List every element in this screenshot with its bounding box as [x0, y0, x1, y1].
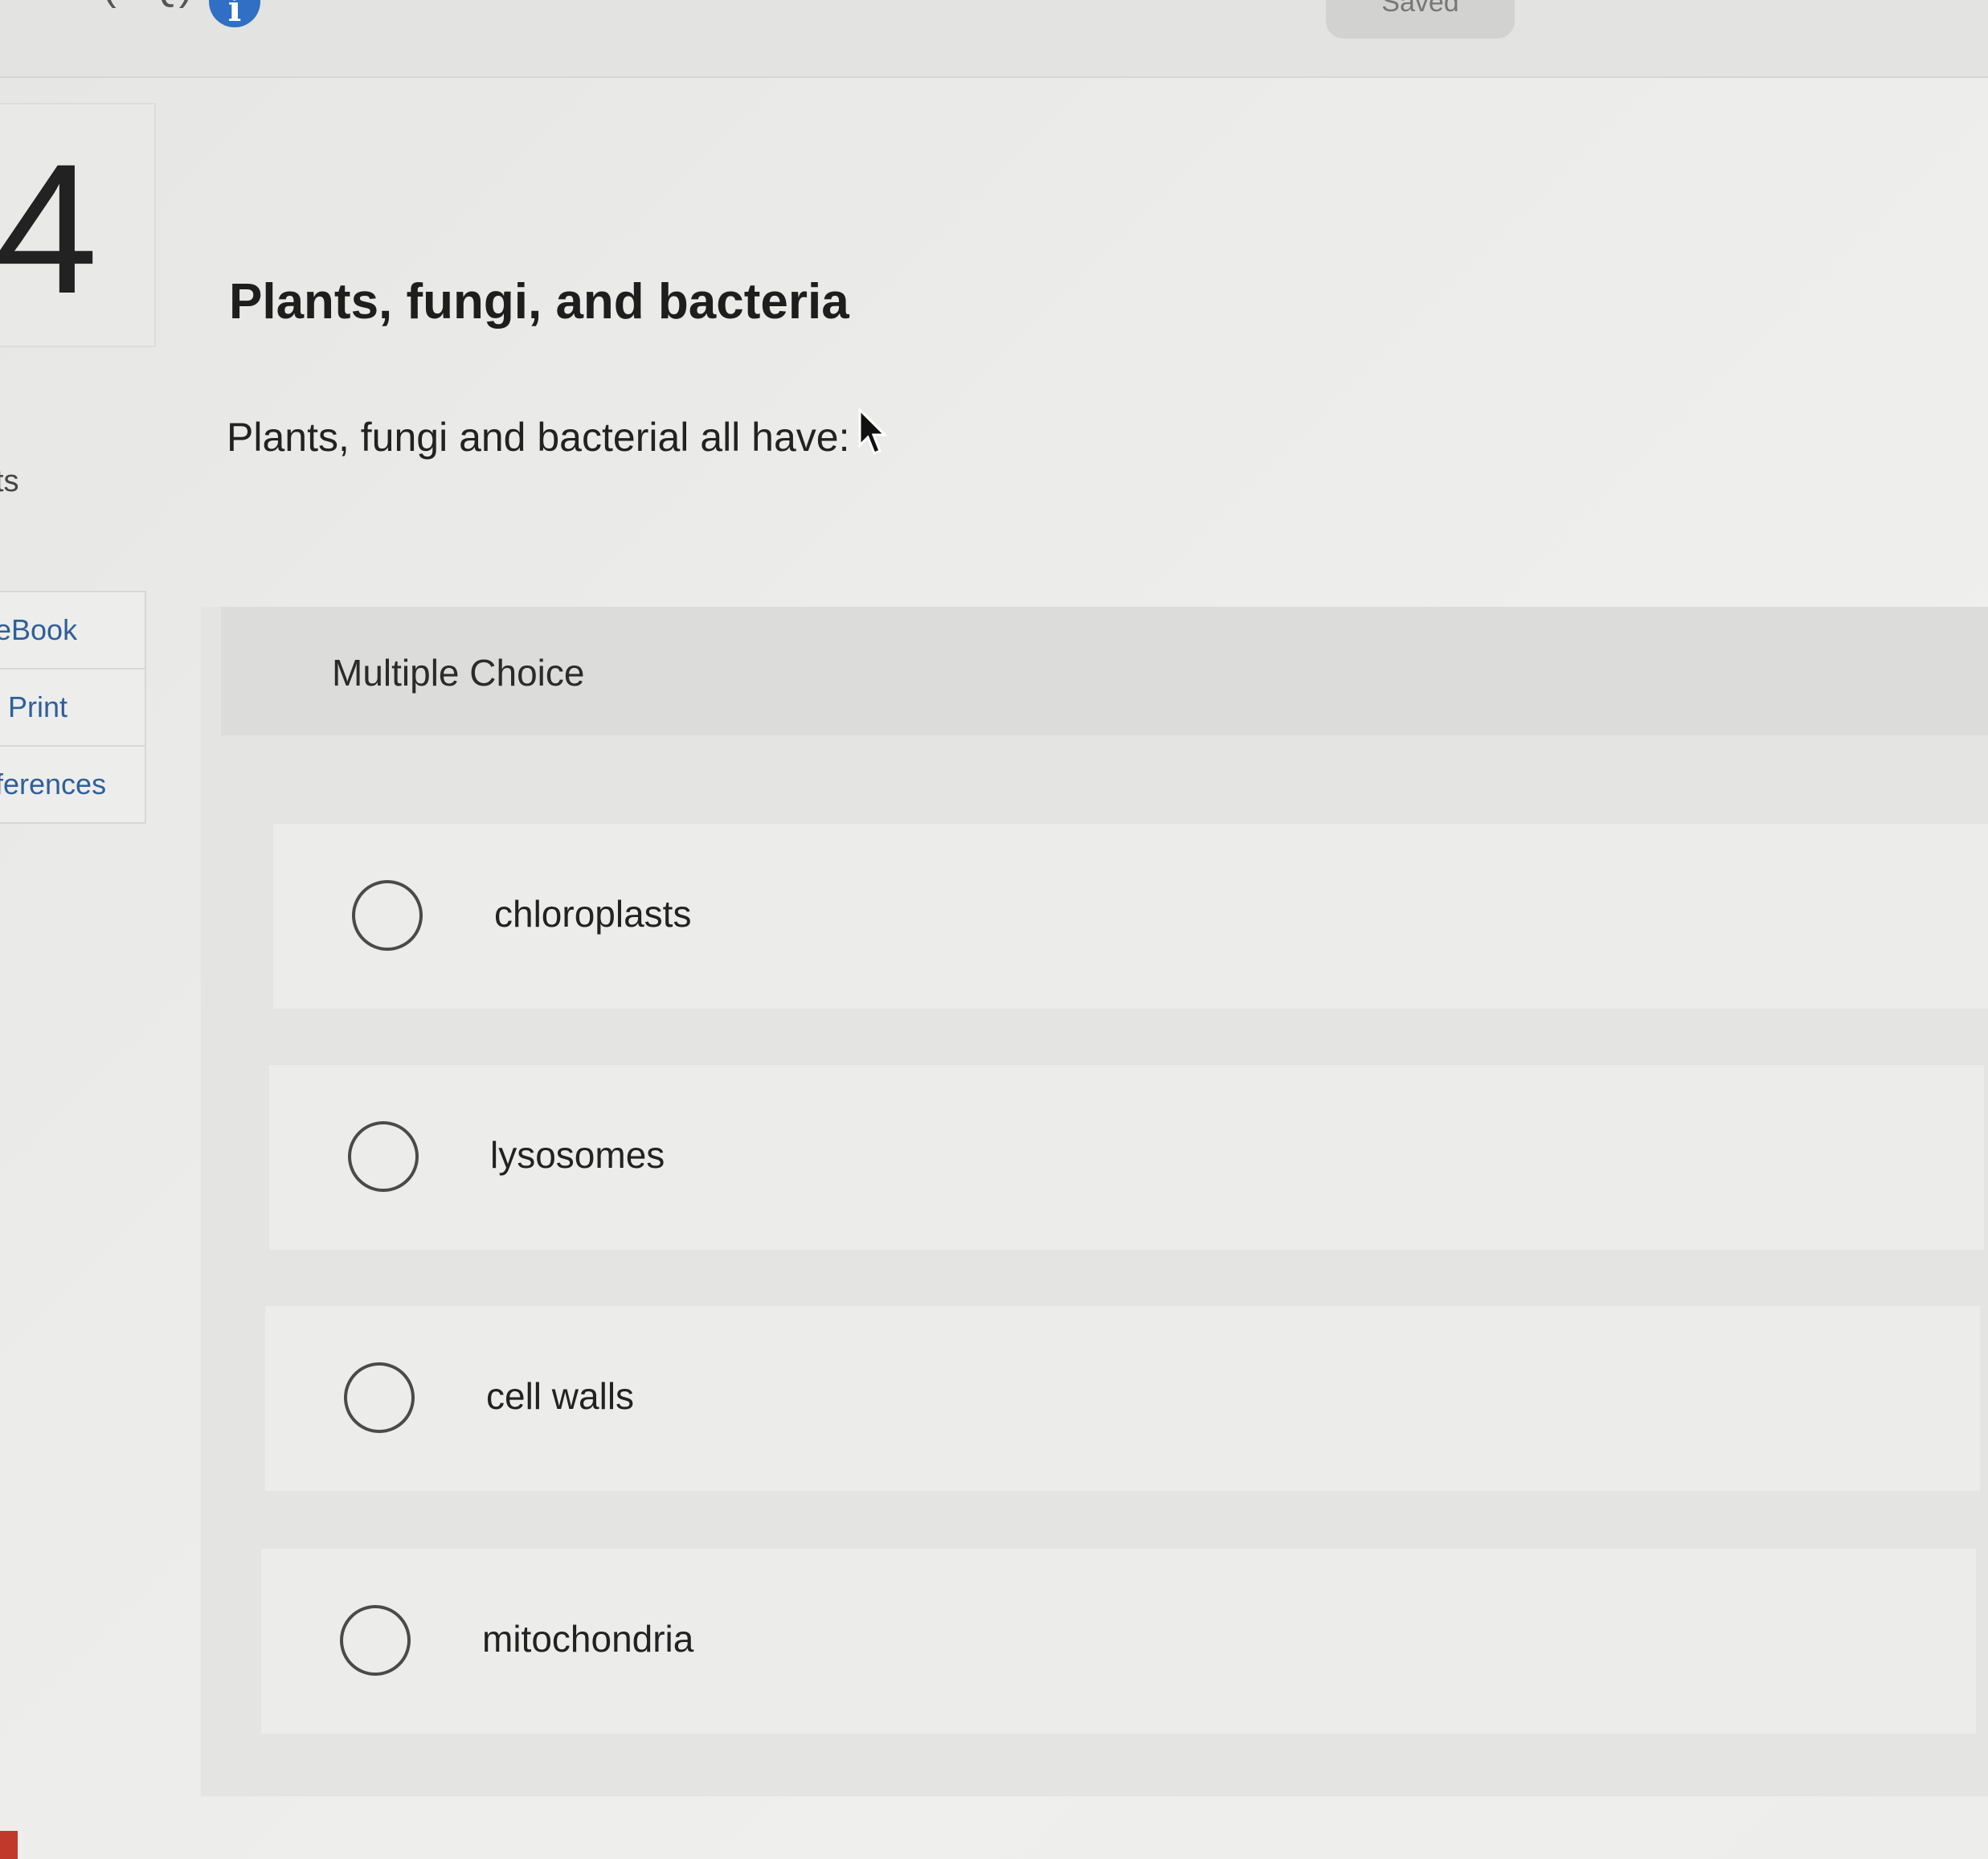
radio-button[interactable] — [348, 1121, 419, 1192]
print-button[interactable]: Print — [0, 669, 146, 747]
references-button[interactable]: ferences — [0, 747, 146, 824]
question-prompt: Plants, fungi and bacterial all have: — [227, 415, 850, 460]
ebook-button[interactable]: eBook — [0, 591, 146, 669]
question-number: 4 — [0, 125, 98, 332]
answer-option-label: mitochondria — [482, 1618, 694, 1660]
answer-option-chloroplasts[interactable]: chloroplasts — [273, 824, 1988, 1009]
points-label: ts — [0, 465, 19, 498]
radio-button[interactable] — [340, 1605, 411, 1676]
saved-status-badge: Saved — [1326, 0, 1515, 39]
multiple-choice-panel: Multiple Choice chloroplasts lysosomes c… — [201, 607, 1988, 1796]
question-tools: eBook Print ferences — [0, 591, 146, 824]
multiple-choice-header: Multiple Choice — [221, 607, 1988, 735]
answer-option-label: lysosomes — [490, 1134, 665, 1176]
mouse-cursor-icon — [858, 408, 887, 455]
answer-option-label: chloroplasts — [494, 893, 692, 935]
radio-button[interactable] — [344, 1362, 415, 1433]
progress-marker — [0, 1831, 18, 1859]
answer-option-cell-walls[interactable]: cell walls — [265, 1306, 1980, 1491]
answer-option-label: cell walls — [486, 1375, 635, 1417]
assignment-title: e Cell (CQ) — [0, 0, 193, 10]
question-type-label: Multiple Choice — [332, 652, 585, 694]
question-title: Plants, fungi, and bacteria — [229, 274, 849, 330]
answer-option-mitochondria[interactable]: mitochondria — [261, 1549, 1976, 1734]
answer-option-lysosomes[interactable]: lysosomes — [269, 1065, 1984, 1250]
top-bar: e Cell (CQ) i Saved — [0, 0, 1988, 78]
radio-button[interactable] — [352, 880, 423, 951]
info-icon[interactable]: i — [209, 0, 260, 30]
